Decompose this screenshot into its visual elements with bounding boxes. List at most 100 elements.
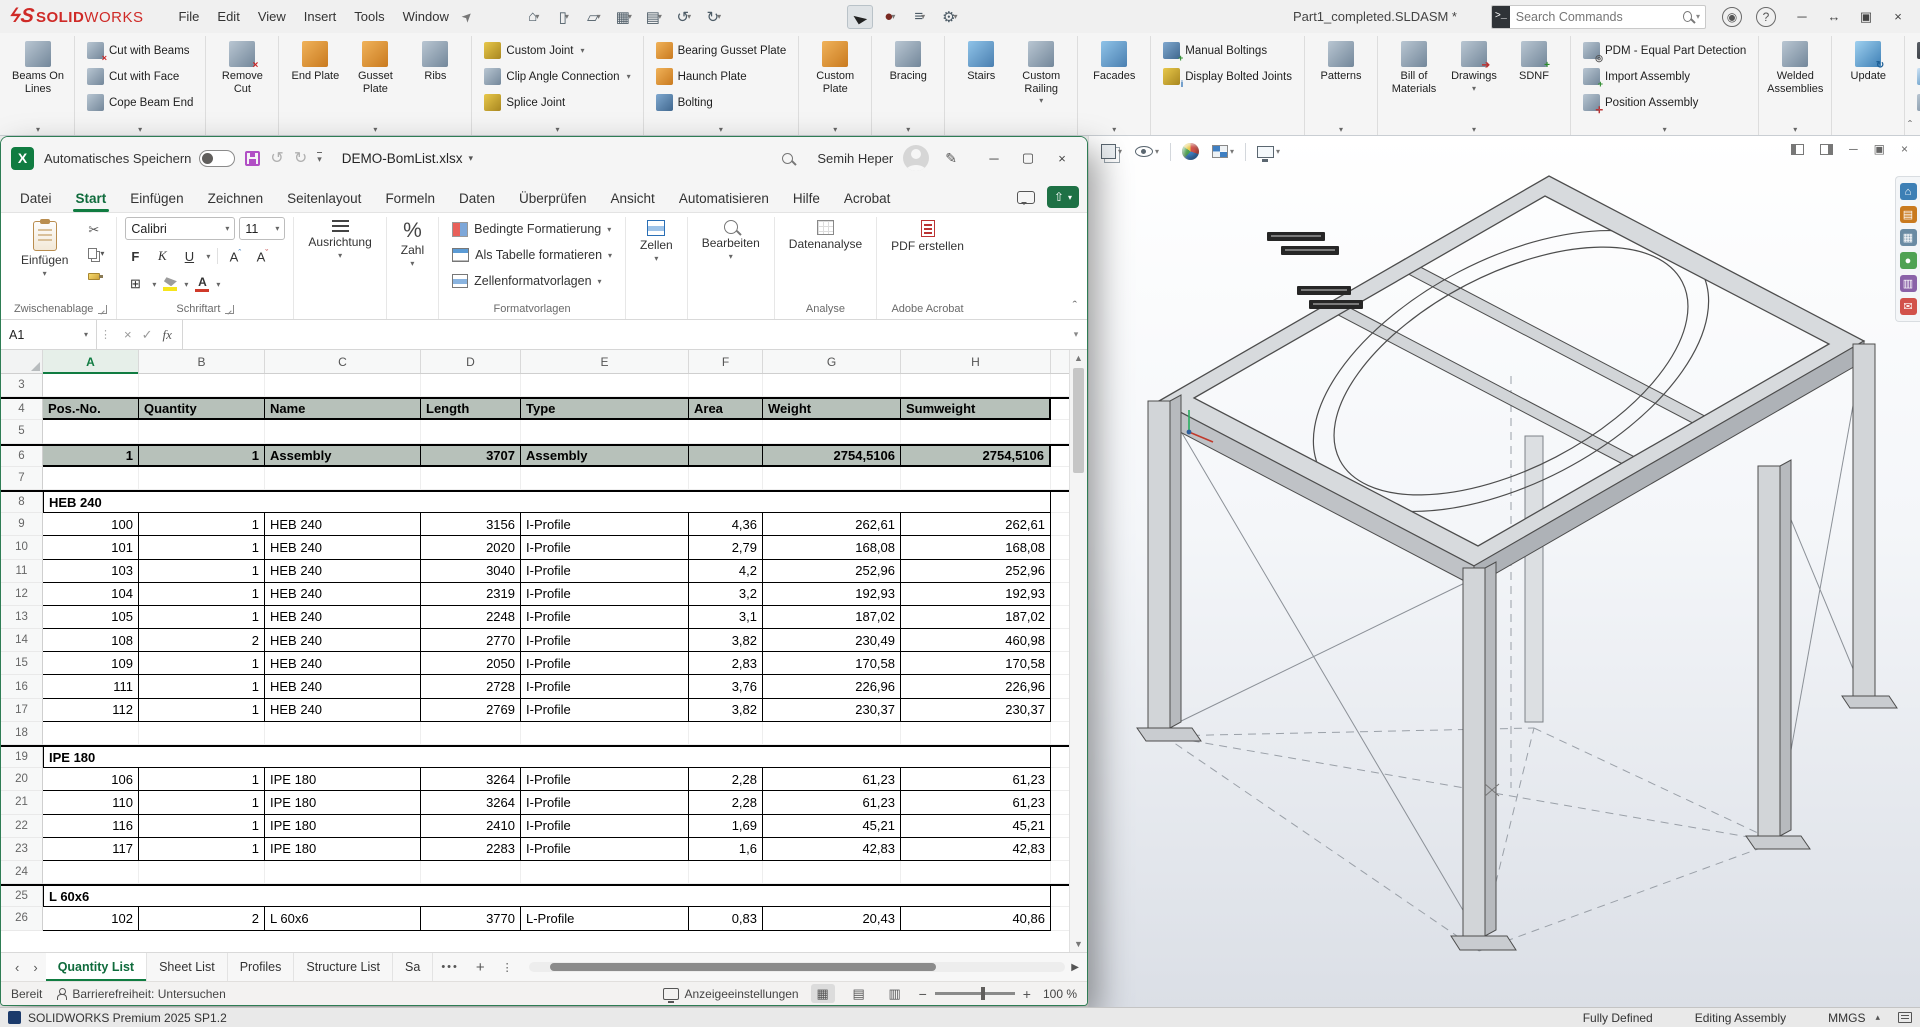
data-cell[interactable]: 3264 xyxy=(421,791,521,814)
accessibility-label[interactable]: Barrierefreiheit: Untersuchen xyxy=(72,987,225,1001)
formula-input[interactable] xyxy=(183,320,1065,349)
group-caret-icon[interactable]: ▾ xyxy=(719,125,723,134)
data-cell[interactable]: 1 xyxy=(139,513,265,536)
row-number[interactable]: 22 xyxy=(1,815,43,838)
font-name-combo[interactable]: Calibri▾ xyxy=(125,217,235,240)
facades-button[interactable]: Facades xyxy=(1085,38,1143,86)
data-cell[interactable]: 192,93 xyxy=(763,583,901,606)
status-tag-icon[interactable] xyxy=(1898,1012,1912,1023)
data-cell[interactable]: 1 xyxy=(139,675,265,698)
tab-daten[interactable]: Daten xyxy=(448,185,506,212)
column-header-g[interactable]: G xyxy=(763,350,901,373)
bold-button[interactable]: F xyxy=(125,249,145,264)
undo-icon[interactable]: ↺ xyxy=(270,148,283,168)
data-cell[interactable]: 1 xyxy=(139,560,265,583)
sheet-next-icon[interactable]: › xyxy=(33,960,37,975)
cell[interactable] xyxy=(901,420,1051,443)
search-commands-box[interactable]: >_ ▾ xyxy=(1491,5,1706,29)
data-cell[interactable]: 112 xyxy=(43,699,139,722)
data-cell[interactable]: L-Profile xyxy=(521,907,689,930)
cell[interactable] xyxy=(421,374,521,397)
underline-caret-icon[interactable]: ▾ xyxy=(206,252,210,261)
data-cell[interactable]: I-Profile xyxy=(521,768,689,791)
home-icon[interactable]: ⌂▾ xyxy=(521,5,547,29)
data-cell[interactable]: HEB 240 xyxy=(265,652,421,675)
stairs-button[interactable]: Stairs xyxy=(952,38,1010,86)
import-assembly-button[interactable]: +Import Assembly xyxy=(1578,64,1751,89)
redo-icon[interactable]: ↻▾ xyxy=(701,5,727,29)
data-cell[interactable]: 3770 xyxy=(421,907,521,930)
data-cell[interactable]: 226,96 xyxy=(763,675,901,698)
data-cell[interactable]: 3264 xyxy=(421,768,521,791)
open-icon[interactable]: ▱▾ xyxy=(581,5,607,29)
row-number[interactable]: 21 xyxy=(1,791,43,814)
cell[interactable] xyxy=(139,861,265,884)
data-cell[interactable]: 45,21 xyxy=(901,815,1051,838)
sheet-tabs-menu-icon[interactable]: ⋮ xyxy=(494,953,521,981)
forum-icon[interactable]: ✉ xyxy=(1900,298,1917,315)
cell[interactable] xyxy=(139,467,265,490)
group-caret-icon[interactable]: ▾ xyxy=(138,125,142,134)
data-cell[interactable]: IPE 180 xyxy=(265,838,421,861)
cell[interactable] xyxy=(521,374,689,397)
data-cell[interactable]: 1 xyxy=(139,699,265,722)
row-number[interactable]: 18 xyxy=(1,722,43,745)
data-cell[interactable]: IPE 180 xyxy=(265,791,421,814)
data-cell[interactable]: I-Profile xyxy=(521,838,689,861)
assembly-cell[interactable]: 1 xyxy=(139,446,265,467)
cope-beam-end-button[interactable]: Cope Beam End xyxy=(82,90,198,115)
data-cell[interactable]: HEB 240 xyxy=(265,583,421,606)
redo-icon[interactable]: ↻ xyxy=(294,148,307,168)
row-number[interactable]: 16 xyxy=(1,675,43,698)
data-cell[interactable]: 101 xyxy=(43,536,139,559)
data-cell[interactable]: 2,28 xyxy=(689,791,763,814)
cell[interactable] xyxy=(265,467,421,490)
cell[interactable] xyxy=(689,374,763,397)
remove-cut-button[interactable]: ×Remove Cut xyxy=(213,38,271,98)
manual-boltings-button[interactable]: +Manual Boltings xyxy=(1158,38,1297,63)
increase-font-button[interactable]: Aˆ xyxy=(225,248,245,264)
data-cell[interactable]: 102 xyxy=(43,907,139,930)
excel-titlebar[interactable]: Automatisches Speichern ↺ ↻ ▾ DEMO-BomLi… xyxy=(1,137,1087,179)
sheet-tab-profiles[interactable]: Profiles xyxy=(228,953,295,981)
patterns-button[interactable]: Patterns xyxy=(1312,38,1370,86)
data-cell[interactable]: 230,37 xyxy=(763,699,901,722)
cell[interactable] xyxy=(763,467,901,490)
data-cell[interactable]: 20,43 xyxy=(763,907,901,930)
row-number[interactable]: 26 xyxy=(1,907,43,930)
data-cell[interactable]: 61,23 xyxy=(901,768,1051,791)
sheet-tabs-overflow-icon[interactable]: ••• xyxy=(433,953,467,981)
data-cell[interactable]: 103 xyxy=(43,560,139,583)
cell[interactable] xyxy=(43,722,139,745)
cell[interactable] xyxy=(521,420,689,443)
font-dialog-launcher-icon[interactable] xyxy=(225,305,234,314)
create-pdf-button[interactable]: PDF erstellen xyxy=(885,217,970,256)
tab-berpr-fen[interactable]: Überprüfen xyxy=(508,185,598,212)
data-cell[interactable]: 2020 xyxy=(421,536,521,559)
data-cell[interactable]: I-Profile xyxy=(521,652,689,675)
group-caret-icon[interactable]: ▾ xyxy=(1339,125,1343,134)
data-cell[interactable]: HEB 240 xyxy=(265,536,421,559)
data-cell[interactable]: 61,23 xyxy=(763,791,901,814)
zoom-out-icon[interactable]: − xyxy=(919,986,927,1002)
data-cell[interactable]: 1 xyxy=(139,838,265,861)
row-number[interactable]: 4 xyxy=(1,399,43,420)
data-cell[interactable]: 0,83 xyxy=(689,907,763,930)
edit-mode-icon[interactable]: ✎ xyxy=(945,150,957,167)
column-header-c[interactable]: C xyxy=(265,350,421,373)
sheet-tab-sa[interactable]: Sa xyxy=(393,953,433,981)
save-icon[interactable] xyxy=(245,151,260,166)
row-number[interactable]: 3 xyxy=(1,374,43,397)
cell[interactable] xyxy=(521,722,689,745)
share-button[interactable]: ⇧▾ xyxy=(1047,186,1079,208)
display-bolted-joints-button[interactable]: iDisplay Bolted Joints xyxy=(1158,64,1297,89)
workbook-filename[interactable]: DEMO-BomList.xlsx ▾ xyxy=(342,151,473,166)
close-icon[interactable]: × xyxy=(1886,9,1910,25)
data-cell[interactable]: 1 xyxy=(139,791,265,814)
hide-show-items-button[interactable]: ▾ xyxy=(1133,144,1161,159)
menu-insert[interactable]: Insert xyxy=(295,5,346,28)
header-cell[interactable]: Type xyxy=(521,399,689,420)
data-cell[interactable]: 1 xyxy=(139,768,265,791)
data-cell[interactable]: 1,69 xyxy=(689,815,763,838)
expand-formula-bar-icon[interactable]: ▾ xyxy=(1065,320,1087,349)
